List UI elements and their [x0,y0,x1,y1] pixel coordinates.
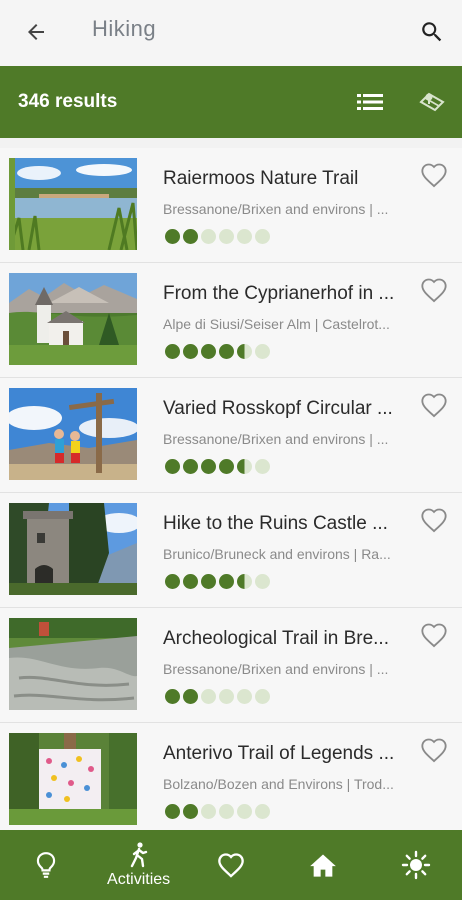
rating-dot [201,344,216,359]
map-view-icon [419,92,445,112]
trail-thumbnail [9,503,137,595]
rating-dot [219,689,234,704]
difficulty-rating [165,229,273,245]
rating-dot [219,344,234,359]
trail-thumbnail [9,733,137,825]
rating-dot [255,574,270,589]
heart-icon[interactable] [420,162,448,188]
rating-dot [165,689,180,704]
bottom-navigation: Activities [0,830,462,900]
rating-dot [237,689,252,704]
difficulty-rating [165,689,273,705]
difficulty-rating [165,804,273,820]
rating-dot [183,459,198,474]
difficulty-rating [165,459,273,475]
map-view-button[interactable] [412,84,452,120]
home-icon [310,854,337,877]
rating-dot [255,229,270,244]
page-title: Hiking [92,16,157,41]
trail-location: Bressanone/Brixen and environs | ... [163,201,389,217]
trail-location: Bressanone/Brixen and environs | ... [163,661,389,677]
rating-dot [183,344,198,359]
heart-icon [218,853,244,878]
back-button[interactable] [18,14,54,50]
trail-name: Archeological Trail in Bre... [163,628,389,649]
rating-dot [183,574,198,589]
trail-thumbnail [9,388,137,480]
nav-activities[interactable]: Activities [92,830,184,900]
rating-dot [237,229,252,244]
rating-dot [201,229,216,244]
search-button[interactable] [412,12,452,52]
rating-dot [201,574,216,589]
rating-dot [201,804,216,819]
list-item[interactable]: Anterivo Trail of Legends ... Bolzano/Bo… [0,723,462,838]
heart-icon[interactable] [420,277,448,303]
nav-favorites[interactable] [185,830,277,900]
nav-tips[interactable] [0,830,92,900]
rating-dot [165,459,180,474]
nav-activities-label: Activities [107,870,171,888]
rating-dot [219,574,234,589]
rating-dot [165,574,180,589]
trail-location: Brunico/Bruneck and environs | Ra... [163,546,391,562]
rating-dot [183,229,198,244]
list-item[interactable]: Archeological Trail in Bre... Bressanone… [0,608,462,723]
rating-dot [237,574,252,589]
list-view-icon [357,94,383,110]
results-list: Raiermoos Nature Trail Bressanone/Brixen… [0,148,462,838]
rating-dot [219,229,234,244]
trail-name: Hike to the Ruins Castle ... [163,513,388,534]
rating-dot [165,804,180,819]
list-item[interactable]: Varied Rosskopf Circular ... Bressanone/… [0,378,462,493]
rating-dot [237,804,252,819]
rating-dot [165,229,180,244]
trail-thumbnail [9,618,137,710]
trail-thumbnail [9,273,137,365]
list-item[interactable]: Hike to the Ruins Castle ... Brunico/Bru… [0,493,462,608]
sun-icon [401,850,431,880]
heart-icon[interactable] [420,737,448,763]
trail-thumbnail [9,158,137,250]
trail-location: Alpe di Siusi/Seiser Alm | Castelrot... [163,316,390,332]
rating-dot [255,689,270,704]
search-icon [422,22,442,42]
heart-icon[interactable] [420,507,448,533]
heart-icon[interactable] [420,622,448,648]
list-view-button[interactable] [350,86,390,118]
rating-dot [255,459,270,474]
difficulty-rating [165,344,273,360]
rating-dot [183,804,198,819]
arrow-left-icon [28,24,44,40]
trail-location: Bolzano/Bozen and Environs | Trod... [163,776,394,792]
difficulty-rating [165,574,273,590]
trail-location: Bressanone/Brixen and environs | ... [163,431,389,447]
results-bar: 346 results [0,66,462,138]
heart-icon[interactable] [420,392,448,418]
trail-name: Varied Rosskopf Circular ... [163,398,393,419]
rating-dot [219,804,234,819]
nav-weather[interactable] [370,830,462,900]
nav-home[interactable] [277,830,369,900]
lightbulb-icon [37,852,56,878]
results-count: 346 results [18,91,118,112]
list-item[interactable]: From the Cyprianerhof in ... Alpe di Siu… [0,263,462,378]
trail-name: From the Cyprianerhof in ... [163,283,395,304]
app-bar: Hiking [0,0,462,66]
rating-dot [255,344,270,359]
trail-name: Anterivo Trail of Legends ... [163,743,395,764]
rating-dot [219,459,234,474]
rating-dot [201,689,216,704]
rating-dot [201,459,216,474]
rating-dot [237,344,252,359]
trail-name: Raiermoos Nature Trail [163,168,359,189]
rating-dot [237,459,252,474]
rating-dot [183,689,198,704]
hiker-icon [130,841,147,867]
rating-dot [165,344,180,359]
list-item[interactable]: Raiermoos Nature Trail Bressanone/Brixen… [0,148,462,263]
rating-dot [255,804,270,819]
